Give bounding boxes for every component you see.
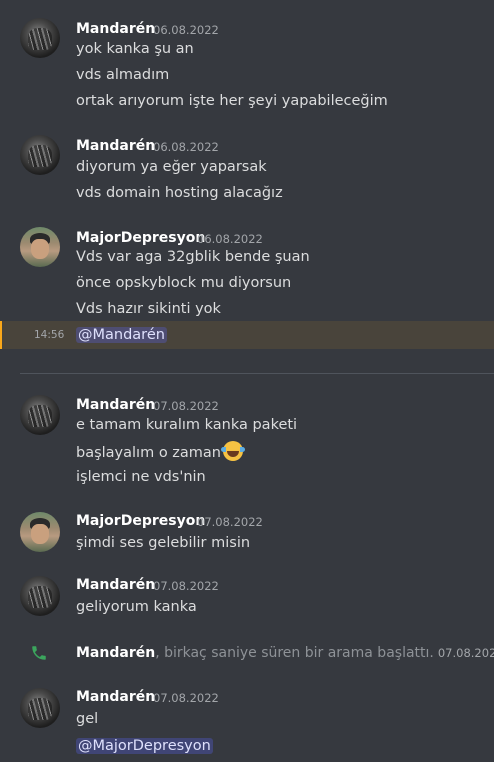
timestamp: 06.08.2022 xyxy=(197,232,263,246)
message-text: @Mandarén xyxy=(76,325,167,345)
message-text: işlemci ne vds'nin xyxy=(76,469,206,485)
timestamp: 07.08.2022 xyxy=(153,579,219,593)
avatar-mandaren[interactable] xyxy=(20,18,60,58)
message-text: şimdi ses gelebilir misin xyxy=(76,535,251,551)
author-name[interactable]: MajorDepresyon xyxy=(76,229,205,247)
timestamp: 07.08.2022 xyxy=(153,691,219,705)
avatar-mandaren[interactable] xyxy=(20,576,60,616)
avatar-majordepresyon[interactable] xyxy=(20,512,60,552)
message-text: yok kanka şu an xyxy=(76,41,194,57)
timestamp: 06.08.2022 xyxy=(153,23,219,37)
avatar-mandaren[interactable] xyxy=(20,395,60,435)
message-text: @MajorDepresyon xyxy=(76,736,213,756)
author-name[interactable]: Mandarén xyxy=(76,20,155,38)
author-name[interactable]: Mandarén xyxy=(76,645,155,661)
author-name[interactable]: Mandarén xyxy=(76,576,155,594)
avatar-majordepresyon[interactable] xyxy=(20,227,60,267)
author-name[interactable]: MajorDepresyon xyxy=(76,512,205,530)
message-text: vds domain hosting alacağız xyxy=(76,185,283,201)
message-text-content: başlayalım o zaman xyxy=(76,445,221,461)
message-text: önce opskyblock mu diyorsun xyxy=(76,275,292,291)
message-text: geliyorum kanka xyxy=(76,599,197,615)
avatar-mandaren[interactable] xyxy=(20,135,60,175)
message-text: diyorum ya eğer yaparsak xyxy=(76,159,267,175)
message-text: vds almadım xyxy=(76,67,170,83)
message-text: Vds var aga 32gblik bende şuan xyxy=(76,249,310,265)
avatar-mandaren[interactable] xyxy=(20,688,60,728)
user-mention[interactable]: @Mandarén xyxy=(76,327,167,343)
author-name[interactable]: Mandarén xyxy=(76,137,155,155)
phone-icon xyxy=(32,646,46,660)
message-text: e tamam kuralım kanka paketi xyxy=(76,417,298,433)
message-text: ortak arıyorum işte her şeyi yapabileceğ… xyxy=(76,93,388,109)
call-event-text: Mandarén, birkaç saniye süren bir arama … xyxy=(76,644,494,662)
call-event-description: , birkaç saniye süren bir arama başlattı… xyxy=(155,645,434,661)
timestamp: 07.08.2022 xyxy=(153,399,219,413)
timestamp: 07.08.2022 xyxy=(197,515,263,529)
author-name[interactable]: Mandarén xyxy=(76,688,155,706)
face-with-tears-of-joy-icon[interactable] xyxy=(221,441,245,461)
date-divider xyxy=(20,373,494,374)
message-text: başlayalım o zaman xyxy=(76,441,245,463)
mention-highlight-row xyxy=(0,321,494,349)
timestamp: 07.08.2022 xyxy=(437,646,494,660)
hover-timestamp: 14:56 xyxy=(34,329,65,341)
timestamp: 06.08.2022 xyxy=(153,140,219,154)
user-mention[interactable]: @MajorDepresyon xyxy=(76,738,213,754)
message-text: Vds hazır sikinti yok xyxy=(76,301,221,317)
author-name[interactable]: Mandarén xyxy=(76,396,155,414)
message-text: gel xyxy=(76,711,99,727)
